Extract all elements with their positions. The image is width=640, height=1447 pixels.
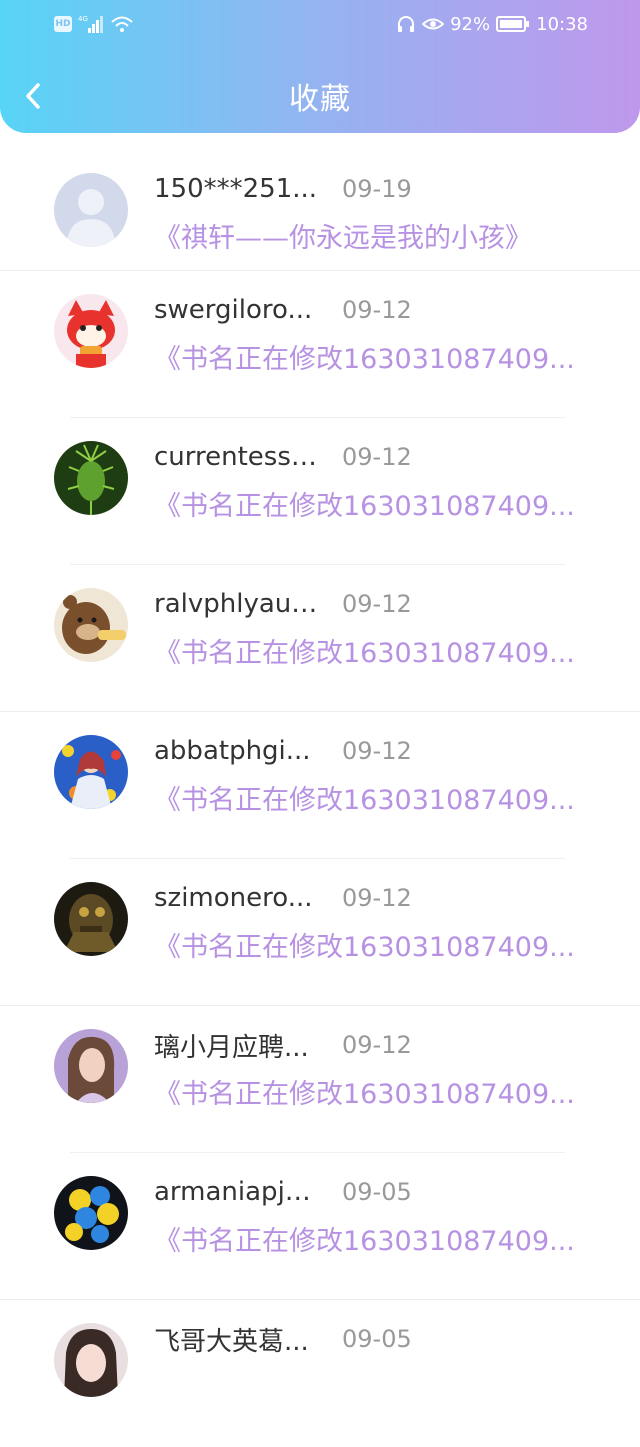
user-name: armaniapje...: [154, 1177, 322, 1207]
item-date: 09-12: [342, 296, 412, 324]
avatar[interactable]: [54, 1176, 128, 1250]
status-right: 92% 10:38: [396, 12, 588, 36]
signal-icon: 4G: [78, 15, 103, 33]
list-item[interactable]: abbatphgi... 09-12 《书名正在修改163031087409..…: [0, 712, 640, 859]
item-date: 09-12: [342, 884, 412, 912]
user-name: ralvphlyaur...: [154, 589, 322, 619]
user-name: currentessl...: [154, 442, 322, 472]
battery-icon: [496, 16, 530, 32]
clock: 10:38: [536, 13, 588, 35]
list-item[interactable]: 150***251... 09-19 《祺轩——你永远是我的小孩》: [0, 150, 640, 271]
avatar[interactable]: [54, 294, 128, 368]
list-item[interactable]: ralvphlyaur... 09-12 《书名正在修改163031087409…: [0, 565, 640, 712]
avatar[interactable]: [54, 1029, 128, 1103]
item-header: swergiloro... 09-12: [154, 293, 412, 327]
item-date: 09-12: [342, 590, 412, 618]
avatar[interactable]: [54, 735, 128, 809]
avatar[interactable]: [54, 441, 128, 515]
hd-icon: HD: [54, 16, 72, 32]
list-item[interactable]: 飞哥大英葛... 09-05: [0, 1300, 640, 1447]
item-header: abbatphgi... 09-12: [154, 734, 412, 768]
user-name: abbatphgi...: [154, 736, 311, 766]
item-date: 09-05: [342, 1325, 412, 1353]
avatar[interactable]: [54, 173, 128, 247]
item-date: 09-19: [342, 175, 412, 203]
user-name: swergiloro...: [154, 295, 313, 325]
avatar[interactable]: [54, 1323, 128, 1397]
avatar[interactable]: [54, 882, 128, 956]
book-title[interactable]: 《书名正在修改163031087409...: [154, 778, 578, 817]
user-name: 飞哥大英葛...: [154, 1326, 309, 1357]
list-item[interactable]: armaniapje... 09-05 《书名正在修改163031087409.…: [0, 1153, 640, 1300]
list-item[interactable]: 璃小月应聘... 09-12 《书名正在修改163031087409...: [0, 1006, 640, 1153]
book-title[interactable]: 《书名正在修改163031087409...: [154, 1219, 578, 1258]
favorites-list: 150***251... 09-19 《祺轩——你永远是我的小孩》 swergi…: [0, 150, 640, 1447]
item-header: ralvphlyaur... 09-12: [154, 587, 412, 621]
book-title[interactable]: 《书名正在修改163031087409...: [154, 484, 578, 523]
user-name: szimonero...: [154, 883, 313, 913]
svg-text:4G: 4G: [78, 15, 88, 23]
list-item[interactable]: swergiloro... 09-12 《书名正在修改163031087409.…: [0, 271, 640, 418]
item-date: 09-12: [342, 737, 412, 765]
book-title[interactable]: 《祺轩——你永远是我的小孩》: [154, 216, 578, 255]
item-date: 09-12: [342, 1031, 412, 1059]
eye-icon: [422, 18, 445, 30]
book-title[interactable]: 《书名正在修改163031087409...: [154, 1072, 578, 1111]
battery-percent: 92%: [450, 13, 491, 35]
user-name: 150***251...: [154, 174, 318, 204]
book-title[interactable]: 《书名正在修改163031087409...: [154, 925, 578, 964]
item-header: 飞哥大英葛... 09-05: [154, 1322, 412, 1357]
user-name: 璃小月应聘...: [154, 1032, 309, 1063]
wifi-icon: [111, 16, 133, 32]
page-title: 收藏: [289, 82, 351, 117]
list-item[interactable]: szimonero... 09-12 《书名正在修改163031087409..…: [0, 859, 640, 1006]
status-bar: HD 4G 92% 10:38: [0, 0, 640, 48]
status-left: HD 4G: [54, 12, 134, 36]
list-item[interactable]: currentessl... 09-12 《书名正在修改163031087409…: [0, 418, 640, 565]
item-date: 09-05: [342, 1178, 412, 1206]
header-bar: HD 4G 92% 10:38 收藏: [0, 0, 640, 133]
book-title[interactable]: 《书名正在修改163031087409...: [154, 337, 578, 376]
book-title[interactable]: 《书名正在修改163031087409...: [154, 631, 578, 670]
item-header: szimonero... 09-12: [154, 881, 412, 915]
headphones-icon: [398, 16, 415, 32]
item-header: armaniapje... 09-05: [154, 1175, 412, 1209]
item-date: 09-12: [342, 443, 412, 471]
item-header: 150***251... 09-19: [154, 172, 412, 206]
item-header: currentessl... 09-12: [154, 440, 412, 474]
avatar[interactable]: [54, 588, 128, 662]
item-header: 璃小月应聘... 09-12: [154, 1028, 412, 1063]
